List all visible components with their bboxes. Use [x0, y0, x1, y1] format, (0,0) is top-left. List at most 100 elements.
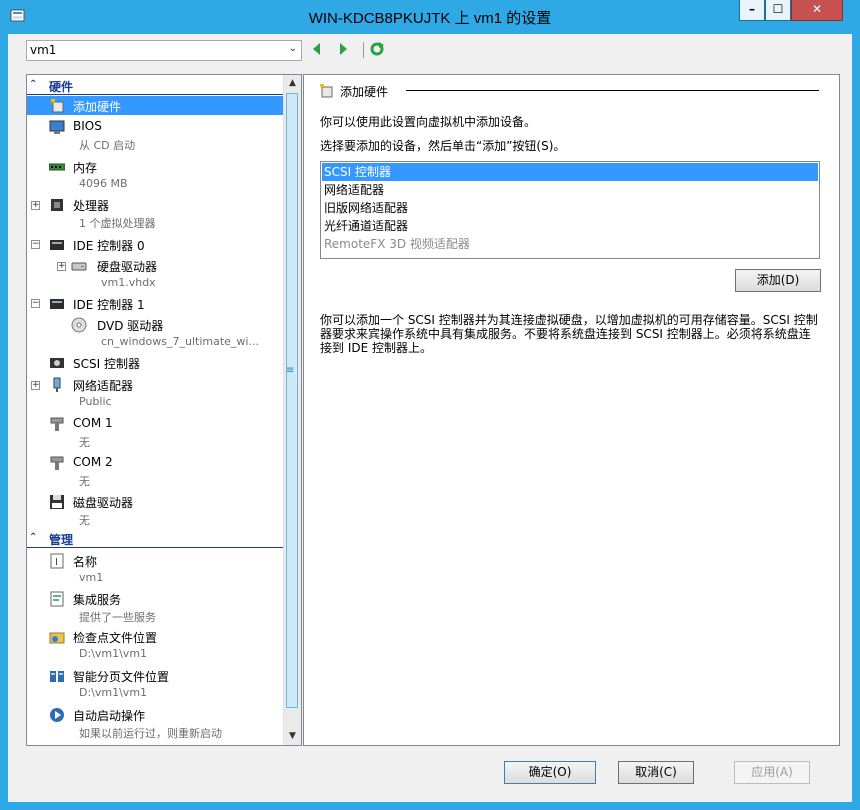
settings-detail-panel: 添加硬件 你可以使用此设置向虚拟机中添加设备。 选择要添加的设备，然后单击“添加… — [303, 74, 840, 746]
add-hardware-icon: + — [49, 98, 65, 114]
tree-item-name[interactable]: I 名称 vm1 — [27, 551, 284, 589]
ide-controller-icon — [49, 237, 65, 253]
settings-window: WIN-KDCB8PKUJTK 上 vm1 的设置 – ☐ ✕ vm1 ⌄ ⌃ … — [0, 0, 860, 810]
add-device-button[interactable]: 添加(D) — [735, 269, 821, 292]
tree-item-com2[interactable]: COM 2 无 — [27, 453, 284, 491]
divider — [406, 90, 819, 91]
close-button[interactable]: ✕ — [791, 0, 843, 21]
scrollbar-grip-icon: ≡ — [286, 365, 295, 376]
scsi-controller-icon — [49, 355, 65, 371]
com-port-icon — [49, 455, 65, 471]
tree-item-detail: 无 — [79, 475, 90, 488]
vm-selector-dropdown[interactable]: vm1 ⌄ — [26, 40, 302, 61]
refresh-icon[interactable] — [369, 41, 385, 57]
cancel-button[interactable]: 取消(C) — [618, 761, 694, 784]
tree-item-dvd-drive[interactable]: DVD 驱动器 cn_windows_7_ultimate_wi... — [27, 315, 284, 353]
list-item[interactable]: 光纤通道适配器 — [322, 217, 818, 235]
panel-heading: 添加硬件 — [340, 85, 389, 99]
tree-item-detail: cn_windows_7_ultimate_wi... — [101, 335, 259, 348]
dvd-drive-icon — [71, 317, 87, 333]
tree-item-integration-services[interactable]: 集成服务 提供了一些服务 — [27, 589, 284, 627]
tree-item-detail: D:\vm1\vm1 — [79, 647, 148, 660]
tree-item-network-adapter[interactable]: + 网络适配器 Public — [27, 375, 284, 413]
hardware-section-header[interactable]: ⌃ 硬件 — [27, 77, 284, 95]
tree-item-scsi-controller[interactable]: SCSI 控制器 — [27, 353, 284, 373]
add-hardware-icon — [318, 83, 334, 99]
tree-item-label: 网络适配器 — [73, 379, 134, 393]
tree-item-label: 智能分页文件位置 — [73, 670, 170, 684]
tree-item-label: COM 2 — [73, 455, 113, 469]
tree-item-add-hardware[interactable]: + 添加硬件 — [27, 96, 284, 115]
list-item[interactable]: RemoteFX 3D 视频适配器 — [322, 235, 818, 253]
expand-icon[interactable]: + — [31, 201, 40, 210]
tree-item-smart-paging-location[interactable]: 智能分页文件位置 D:\vm1\vm1 — [27, 666, 284, 704]
divider — [27, 547, 284, 548]
tree-item-processor[interactable]: + 处理器 1 个虚拟处理器 — [27, 195, 284, 233]
tree-item-memory[interactable]: 内存 4096 MB — [27, 157, 284, 195]
list-item[interactable]: 网络适配器 — [322, 181, 818, 199]
tree-item-detail: vm1 — [79, 571, 104, 584]
floppy-drive-icon — [49, 494, 65, 510]
minimize-button[interactable]: – — [739, 0, 765, 21]
tree-item-floppy-drive[interactable]: 磁盘驱动器 无 — [27, 492, 284, 530]
collapse-icon[interactable]: − — [31, 299, 40, 308]
tree-item-label: DVD 驱动器 — [97, 319, 164, 333]
management-section-header[interactable]: ⌃ 管理 — [27, 530, 284, 548]
tree-item-com1[interactable]: COM 1 无 — [27, 414, 284, 452]
auto-start-icon — [49, 707, 65, 723]
tree-item-bios[interactable]: BIOS 从 CD 启动 — [27, 117, 284, 155]
com-port-icon — [49, 416, 65, 432]
tree-item-detail: 无 — [79, 436, 90, 449]
tree-item-ide-controller-0[interactable]: − IDE 控制器 0 — [27, 235, 284, 255]
chevron-down-icon: ⌄ — [288, 43, 297, 54]
scrollbar-thumb[interactable] — [286, 93, 298, 708]
expand-icon[interactable]: + — [31, 381, 40, 390]
device-listbox[interactable]: SCSI 控制器 网络适配器 旧版网络适配器 光纤通道适配器 RemoteFX … — [320, 161, 820, 259]
window-title: WIN-KDCB8PKUJTK 上 vm1 的设置 — [308, 10, 552, 27]
tree-item-label: IDE 控制器 1 — [73, 298, 145, 312]
tree-scrollbar[interactable]: ▲ ≡ ▼ — [283, 75, 301, 745]
tree-item-label: 内存 — [73, 161, 98, 175]
toolbar-separator — [363, 42, 364, 58]
tree-item-ide-controller-1[interactable]: − IDE 控制器 1 — [27, 294, 284, 314]
tree-item-label: 集成服务 — [73, 593, 122, 607]
processor-icon — [49, 197, 65, 213]
checkpoint-folder-icon — [49, 629, 65, 645]
paging-folder-icon — [49, 668, 65, 684]
forward-arrow-icon[interactable] — [335, 41, 351, 57]
device-description: 你可以添加一个 SCSI 控制器并为其连接虚拟硬盘，以增加虚拟机的可用存储容量。… — [320, 313, 818, 355]
tree-item-detail: 4096 MB — [79, 177, 128, 190]
collapse-icon[interactable]: − — [31, 240, 40, 249]
list-item[interactable]: 旧版网络适配器 — [322, 199, 818, 217]
integration-services-icon — [49, 591, 65, 607]
list-item[interactable]: SCSI 控制器 — [322, 163, 818, 181]
name-icon: I — [49, 553, 65, 569]
section-label: 硬件 — [49, 80, 74, 94]
tree-item-label: 添加硬件 — [73, 100, 122, 114]
tree-item-label: BIOS — [73, 119, 102, 133]
title-bar[interactable]: WIN-KDCB8PKUJTK 上 vm1 的设置 – ☐ ✕ — [0, 0, 860, 34]
tree-item-label: IDE 控制器 0 — [73, 239, 145, 253]
scroll-down-icon[interactable]: ▼ — [284, 728, 301, 745]
tree-item-hard-drive[interactable]: + 硬盘驱动器 vm1.vhdx — [27, 256, 284, 294]
section-label: 管理 — [49, 533, 74, 547]
tree-item-detail: 从 CD 启动 — [79, 139, 136, 152]
back-arrow-icon[interactable] — [309, 41, 325, 57]
dialog-client: vm1 ⌄ ⌃ 硬件 + 添加硬件 BIOS 从 CD 启动 内存 4096 M… — [8, 34, 852, 802]
scroll-up-icon[interactable]: ▲ — [284, 75, 301, 92]
svg-text:I: I — [55, 557, 58, 568]
apply-button[interactable]: 应用(A) — [734, 761, 810, 784]
expand-icon[interactable]: + — [57, 262, 66, 271]
hard-drive-icon — [71, 258, 87, 274]
instruction-text: 选择要添加的设备，然后单击“添加”按钮(S)。 — [320, 139, 566, 153]
ok-button[interactable]: 确定(O) — [504, 761, 596, 784]
tree-item-label: 磁盘驱动器 — [73, 496, 134, 510]
memory-icon — [48, 159, 66, 175]
collapse-chevron-icon: ⌃ — [29, 79, 38, 90]
maximize-button[interactable]: ☐ — [765, 0, 791, 21]
tree-item-label: 处理器 — [73, 199, 110, 213]
tree-item-auto-start[interactable]: 自动启动操作 如果以前运行过，则重新启动 — [27, 705, 284, 743]
tree-item-detail: 如果以前运行过，则重新启动 — [79, 727, 222, 740]
tree-item-checkpoint-location[interactable]: 检查点文件位置 D:\vm1\vm1 — [27, 627, 284, 665]
bios-icon — [49, 119, 65, 135]
